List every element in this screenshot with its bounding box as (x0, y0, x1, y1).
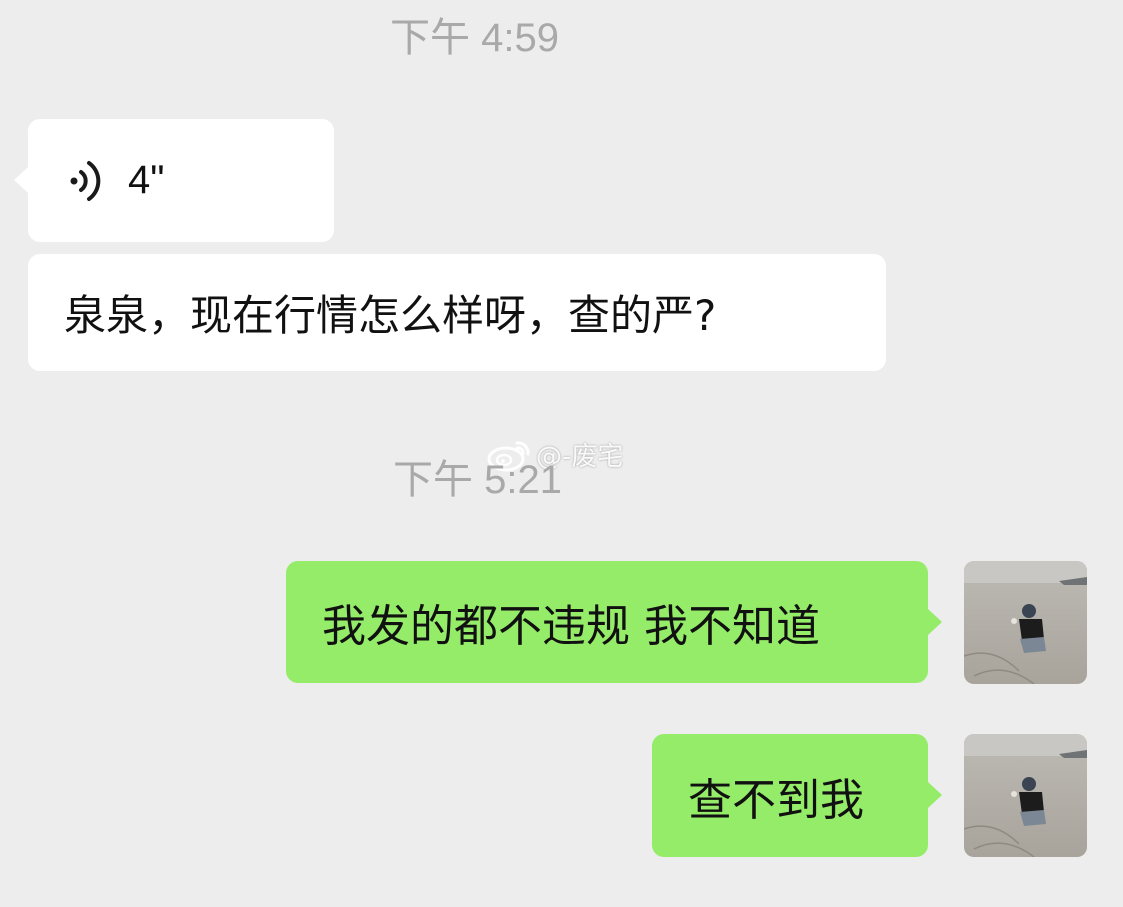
message-text: 查不到我 (688, 774, 864, 826)
incoming-text-message[interactable]: 泉泉，现在行情怎么样呀，查的严? (28, 254, 886, 371)
bubble-tail (14, 167, 28, 193)
outgoing-text-message[interactable]: 查不到我 (652, 734, 942, 857)
timestamp-459: 下午 4:59 (390, 16, 559, 60)
voice-waves-icon (68, 156, 108, 206)
avatar[interactable] (964, 561, 1087, 684)
voice-message-bubble[interactable]: 4" (14, 119, 334, 242)
bubble-tail (928, 782, 942, 808)
message-text: 我发的都不违规 我不知道 (322, 601, 820, 652)
voice-duration: 4" (128, 158, 165, 202)
avatar[interactable] (964, 734, 1087, 857)
timestamp-521: 下午 5:21 (393, 458, 562, 502)
outgoing-text-message[interactable]: 我发的都不违规 我不知道 (286, 561, 942, 683)
bubble-tail (928, 609, 942, 635)
